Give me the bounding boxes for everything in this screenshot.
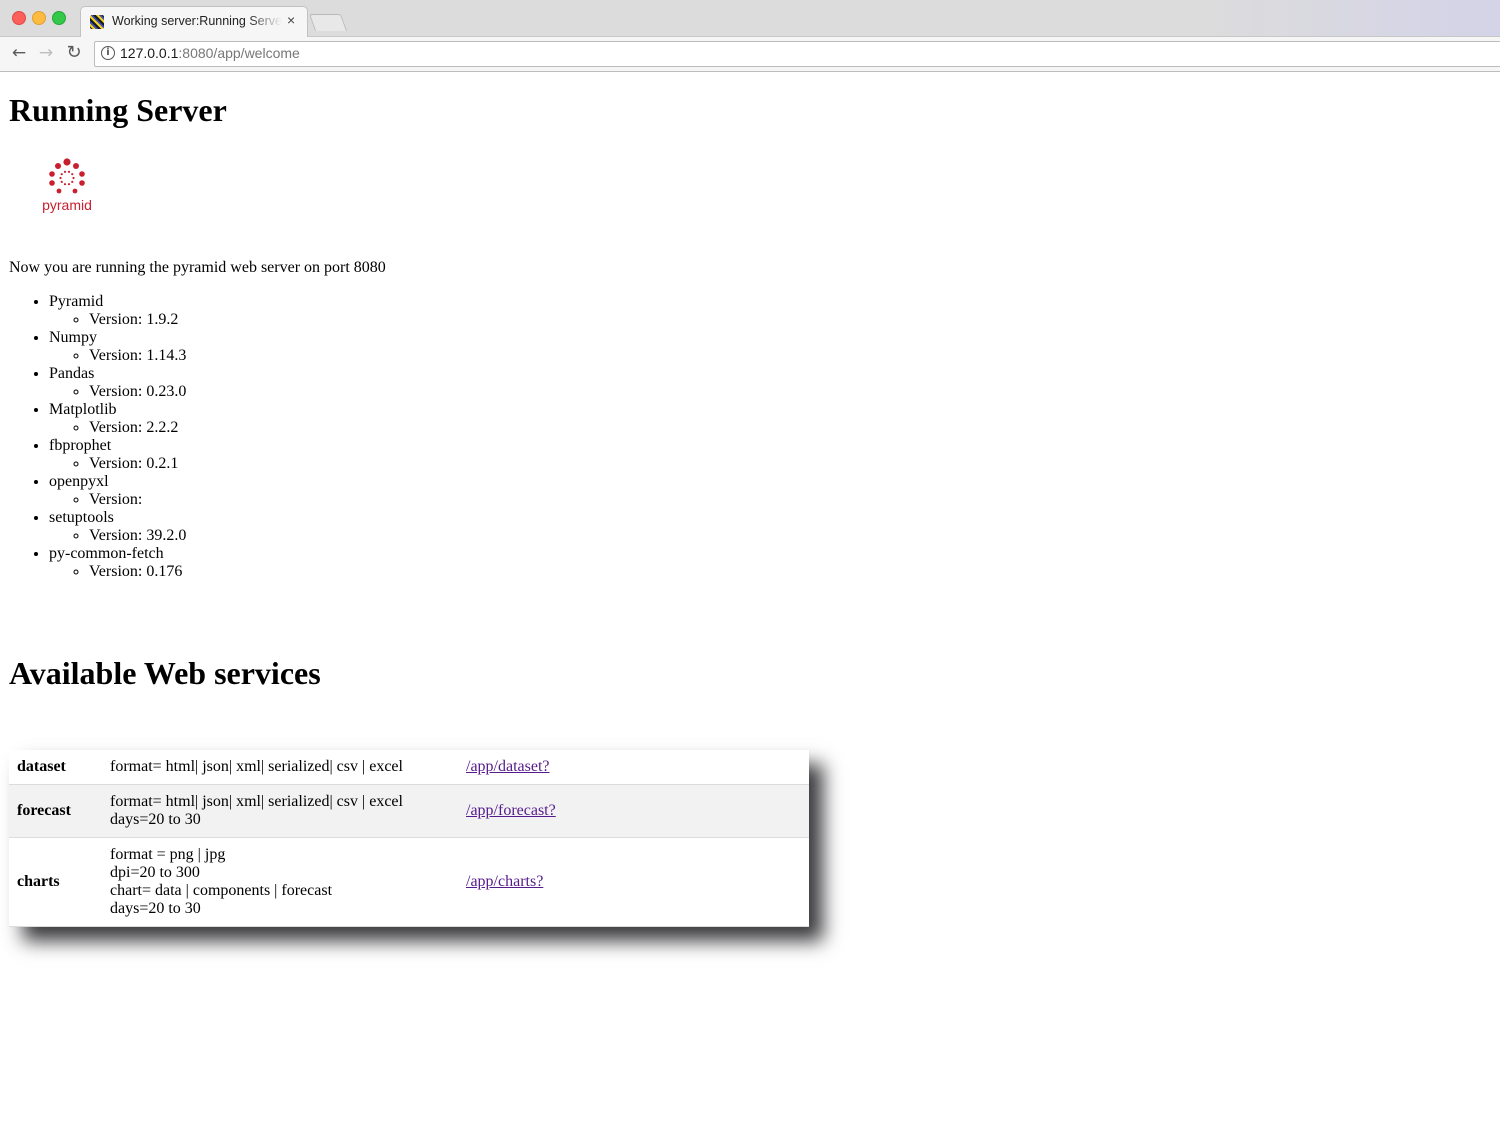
address-bar[interactable]: i 127.0.0.1:8080/app/welcome [94,41,1500,67]
service-param-line: format= html| json| xml| serialized| csv… [110,758,403,775]
logo-dot [67,170,71,173]
package-item: PyramidVersion: 1.9.2 [49,293,186,329]
package-item: py-common-fetchVersion: 0.176 [49,545,186,581]
package-item: setuptoolsVersion: 39.2.0 [49,509,186,545]
reload-icon[interactable]: ↻ [62,41,86,65]
service-name: forecast [17,802,71,819]
logo-dot [49,180,55,186]
package-version: Version: [89,491,186,509]
logo-dot [63,170,67,173]
services-title: Available Web services [9,655,321,691]
service-param-line: format= html| json| xml| serialized| csv… [110,793,403,810]
info-icon[interactable]: i [101,46,115,60]
logo-dot [49,171,55,177]
package-version: Version: 0.2.1 [89,455,186,473]
service-link-cell: /app/forecast? [458,785,809,838]
package-version: Version: 1.9.2 [89,311,186,329]
service-link-cell: /app/charts? [458,838,809,927]
service-param-line: chart= data | components | forecast [110,882,333,899]
logo-dot [55,163,61,169]
package-item: PandasVersion: 0.23.0 [49,365,186,401]
package-version: Version: 0.23.0 [89,383,186,401]
service-link[interactable]: /app/forecast? [466,802,556,819]
minimize-window-button[interactable] [32,11,46,25]
logo-dot [63,183,67,186]
intro-text: Now you are running the pyramid web serv… [9,259,386,276]
package-name: Matplotlib [49,401,117,418]
service-name: dataset [17,758,66,775]
back-arrow-icon[interactable]: ← [7,41,31,65]
service-row: forecast format= html| json| xml| seriali… [9,784,809,838]
package-name: setuptools [49,509,114,526]
services-table: dataset format= html| json| xml| serializ… [9,750,809,927]
logo-dot [59,176,62,180]
service-row: charts format = png | jpg dpi=20 to 300 cha… [9,838,809,927]
pyramid-logo: pyramid [42,158,92,213]
service-params: format= html| json| xml| serialized| csv… [102,785,458,838]
service-link[interactable]: /app/charts? [466,873,543,890]
package-item: openpyxlVersion: [49,473,186,509]
service-param-line: format = png | jpg [110,846,226,863]
browser-tab[interactable]: Working server:Running Server × [80,6,308,37]
package-name: Pyramid [49,293,104,310]
package-version: Version: 39.2.0 [89,527,186,545]
logo-dot [73,163,79,169]
service-link[interactable]: /app/dataset? [466,758,550,775]
favicon-icon [90,15,104,29]
logo-dot [60,180,63,183]
logo-dot [56,188,62,194]
package-version: Version: 0.176 [89,563,186,581]
package-item: MatplotlibVersion: 2.2.2 [49,401,186,437]
logo-dot [72,188,78,194]
new-tab-button[interactable] [308,14,348,31]
service-params: format= html| json| xml| serialized| csv… [102,750,458,785]
url-text[interactable]: 127.0.0.1:8080/app/welcome [120,45,300,61]
logo-text: pyramid [42,197,92,213]
logo-dot [79,180,85,186]
close-window-button[interactable] [12,11,26,25]
package-version: Version: 2.2.2 [89,419,186,437]
maximize-window-button[interactable] [52,11,66,25]
package-item: fbprophetVersion: 0.2.1 [49,437,186,473]
logo-dot [60,173,63,176]
service-param-line: days=20 to 30 [110,811,201,828]
package-version: Version: 1.14.3 [89,347,186,365]
logo-dot [67,183,71,186]
package-item: NumpyVersion: 1.14.3 [49,329,186,365]
package-name: openpyxl [49,473,109,490]
service-params: format = png | jpg dpi=20 to 300 chart= da… [102,838,458,927]
package-list: PyramidVersion: 1.9.2NumpyVersion: 1.14.… [9,293,186,581]
tab-title: Working server:Running Server [112,14,282,28]
service-param-line: days=20 to 30 [110,900,201,917]
service-param-line: dpi=20 to 300 [110,864,200,881]
package-name: py-common-fetch [49,545,164,562]
logo-dot [63,158,71,166]
package-name: fbprophet [49,437,112,454]
logo-dot [71,180,74,183]
browser-titlebar: Working server:Running Server × [0,0,1500,37]
service-link-cell: /app/dataset? [458,750,809,785]
browser-toolbar: ← → ↻ i 127.0.0.1:8080/app/welcome [0,37,1500,72]
logo-dot [71,173,74,176]
service-row: dataset format= html| json| xml| serializ… [9,750,809,785]
forward-arrow-icon[interactable]: → [34,41,58,65]
package-name: Pandas [49,365,95,382]
close-tab-icon[interactable]: × [287,12,295,28]
package-name: Numpy [49,329,97,346]
logo-dot [72,176,75,180]
service-name: charts [17,873,60,890]
logo-dot [79,171,85,177]
page-title: Running Server [9,92,227,128]
